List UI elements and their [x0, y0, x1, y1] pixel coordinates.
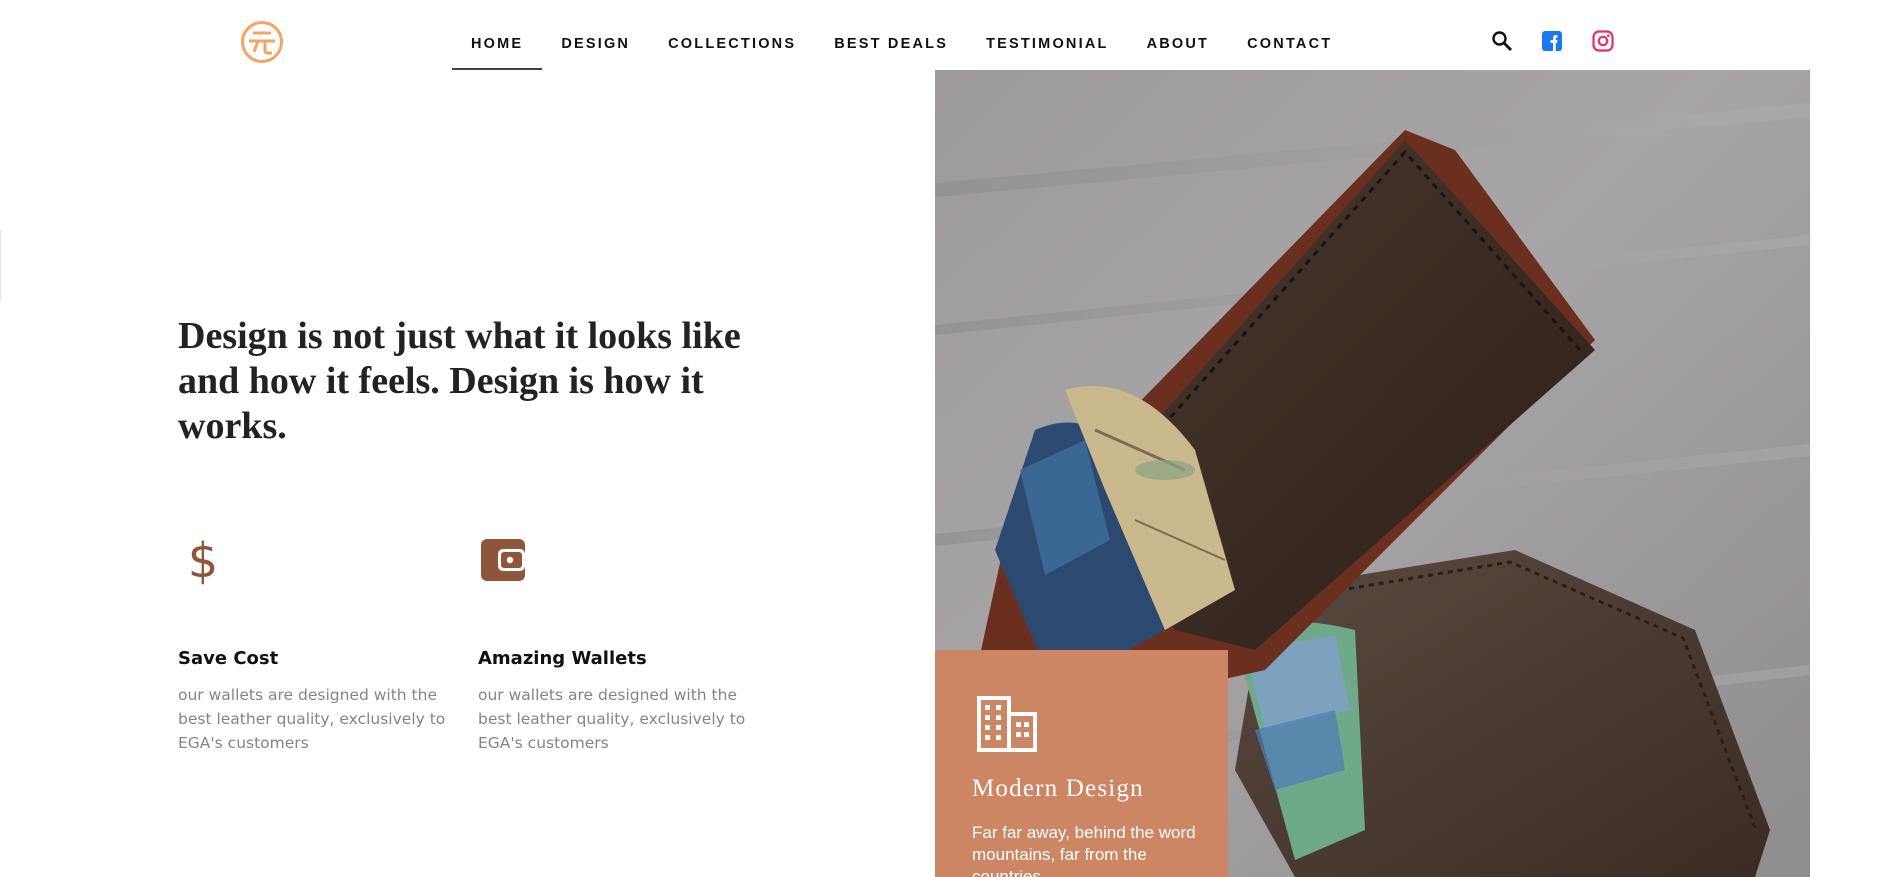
feature-text: our wallets are designed with the best l… — [178, 686, 446, 752]
feature-title: Save Cost — [178, 648, 279, 669]
modern-design-card: Modern Design Far far away, behind the w… — [935, 650, 1228, 877]
instagram-icon[interactable] — [1590, 28, 1615, 54]
card-text: Far far away, behind the word mountains,… — [972, 823, 1196, 877]
search-icon[interactable] — [1490, 28, 1514, 54]
wallet-icon — [478, 535, 528, 585]
nav-testimonial[interactable]: TESTIMONIAL — [967, 0, 1127, 70]
building-icon — [977, 696, 1037, 752]
logo-icon[interactable] — [240, 20, 284, 64]
feature-title: Amazing Wallets — [478, 648, 647, 669]
nav-contact[interactable]: CONTACT — [1228, 0, 1351, 70]
dollar-icon: $ — [178, 535, 228, 585]
feature-text: our wallets are designed with the best l… — [478, 686, 746, 752]
hero-headline: Design is not just what it looks like an… — [178, 315, 741, 447]
main-nav: HOME DESIGN COLLECTIONS BEST DEALS TESTI… — [452, 0, 1351, 70]
facebook-icon[interactable] — [1540, 28, 1564, 54]
card-title: Modern Design — [972, 775, 1144, 802]
feature-save-cost: $ Save Cost our wallets are designed wit… — [178, 535, 448, 755]
nav-best-deals[interactable]: BEST DEALS — [815, 0, 967, 70]
nav-collections[interactable]: COLLECTIONS — [649, 0, 815, 70]
feature-amazing-wallets: Amazing Wallets our wallets are designed… — [478, 535, 748, 755]
nav-home[interactable]: HOME — [452, 0, 543, 70]
nav-about[interactable]: ABOUT — [1128, 0, 1229, 70]
nav-design[interactable]: DESIGN — [542, 0, 649, 70]
site-header: HOME DESIGN COLLECTIONS BEST DEALS TESTI… — [0, 0, 1885, 70]
page-edge-divider — [0, 230, 1, 300]
svg-text:$: $ — [188, 535, 219, 585]
